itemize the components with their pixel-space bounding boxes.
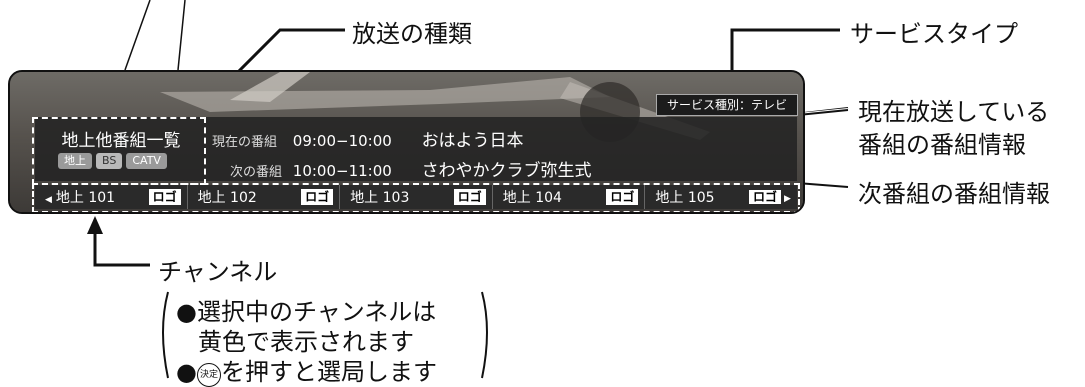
- callout-channel: チャンネル: [158, 258, 278, 286]
- next-program-title: さわやかクラブ弥生式: [421, 161, 592, 181]
- tv-screen: サービス種別：テレビ 地上他番組一覧 地上 BS CATV 現在の番組 09:0…: [8, 70, 805, 214]
- next-program-row: 次の番組 10:00−11:00 さわやかクラブ弥生式: [212, 156, 592, 181]
- current-program-time: 09:00−10:00: [292, 132, 392, 150]
- current-program-title: おはよう日本: [421, 131, 524, 151]
- next-program-label: 次の番組: [229, 165, 282, 180]
- note-text: を押すと選局します: [220, 358, 437, 386]
- service-type-badge: サービス種別：テレビ: [656, 94, 798, 116]
- callout-broadcast-type: 放送の種類: [352, 20, 472, 48]
- callout-current-info-line1: 現在放送している: [858, 98, 1050, 126]
- callout-service-type: サービスタイプ: [850, 20, 1018, 48]
- enter-button-icon: 決定: [196, 363, 221, 387]
- highlight-broadcast-type: [32, 117, 206, 185]
- current-program-label: 現在の番組: [212, 135, 278, 150]
- callout-current-info-line2: 番組の番組情報: [858, 131, 1026, 159]
- channel-note-line3: ● 決定 を押すと選局します: [176, 352, 437, 387]
- current-program-row: 現在の番組 09:00−10:00 おはよう日本: [212, 126, 524, 151]
- next-program-time: 10:00−11:00: [292, 162, 392, 180]
- highlight-channel-bar: [32, 183, 800, 212]
- bullet: ●: [176, 358, 197, 386]
- callout-next-info: 次番組の番組情報: [858, 180, 1050, 208]
